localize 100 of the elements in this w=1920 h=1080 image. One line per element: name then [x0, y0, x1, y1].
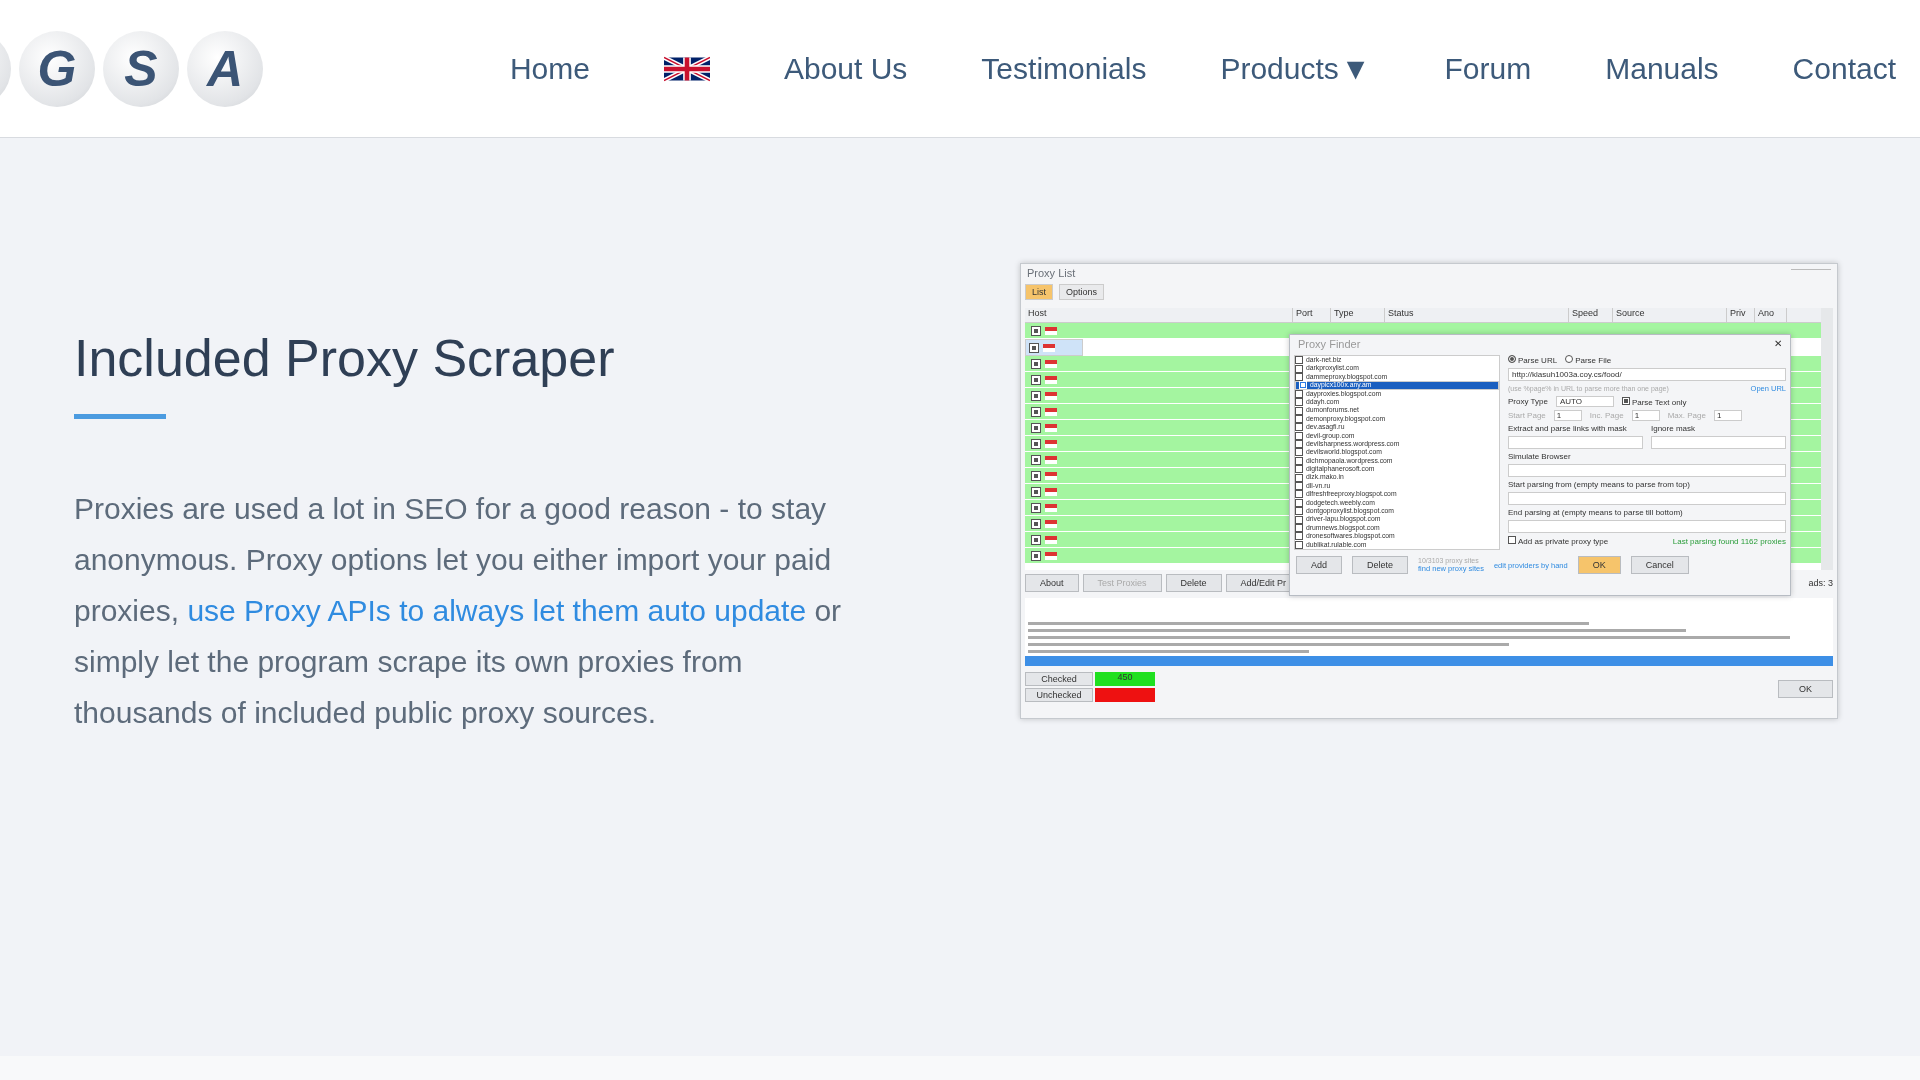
checkbox[interactable] — [1295, 372, 1303, 381]
label: Ignore mask — [1651, 424, 1697, 433]
nav-link[interactable]: Contact — [1792, 51, 1896, 86]
column-header[interactable]: Priv — [1727, 308, 1755, 322]
input-field[interactable] — [1508, 492, 1786, 505]
checkbox[interactable] — [1295, 398, 1303, 407]
checkbox[interactable]: Parse Text only — [1621, 396, 1687, 407]
checkbox[interactable] — [1031, 422, 1041, 433]
checkbox[interactable] — [1295, 440, 1303, 449]
column-header[interactable]: Status — [1385, 308, 1569, 322]
input-field[interactable] — [1508, 464, 1786, 477]
button[interactable]: About — [1025, 574, 1079, 592]
number-field[interactable]: 1 — [1631, 410, 1660, 421]
checkbox[interactable] — [1295, 524, 1303, 532]
column-header[interactable]: Host — [1025, 308, 1293, 322]
add-button[interactable]: Add — [1296, 556, 1342, 574]
checkbox[interactable] — [1295, 406, 1303, 415]
flag-icon — [1045, 391, 1057, 400]
radio-button[interactable]: Parse URL — [1508, 355, 1558, 365]
ok-button[interactable]: OK — [1577, 556, 1621, 574]
scrollbar[interactable] — [1821, 308, 1833, 570]
checkbox[interactable] — [1029, 342, 1039, 353]
checkbox[interactable]: Add as private proxy type — [1508, 536, 1609, 546]
nav-dropdown[interactable]: Products▼ — [1220, 51, 1371, 86]
radio-button[interactable]: Parse File — [1565, 355, 1612, 365]
label: Start parsing from (empty means to parse from top) — [1508, 480, 1691, 489]
flag-icon — [1045, 359, 1057, 368]
nav-link[interactable]: Testimonials — [981, 51, 1147, 86]
label: Inc. Page — [1589, 411, 1624, 420]
cancel-button[interactable]: Cancel — [1630, 556, 1689, 574]
input-field[interactable] — [1508, 520, 1786, 533]
checkbox[interactable] — [1031, 358, 1041, 369]
checkbox[interactable] — [1295, 423, 1303, 432]
label: Start Page — [1508, 411, 1546, 420]
checkbox[interactable] — [1031, 406, 1041, 417]
checkbox[interactable] — [1295, 540, 1303, 549]
checkbox[interactable] — [1031, 454, 1041, 465]
checkbox[interactable] — [1031, 486, 1041, 497]
column-header[interactable]: Source — [1613, 308, 1727, 322]
checkbox[interactable] — [1295, 473, 1303, 482]
ok-button[interactable]: OK — [1778, 680, 1833, 698]
nav-link[interactable]: About Us — [783, 51, 908, 86]
checkbox[interactable] — [1295, 414, 1303, 423]
checkbox[interactable] — [1295, 482, 1303, 491]
checkbox[interactable] — [1295, 465, 1303, 474]
button[interactable]: Delete — [1165, 574, 1222, 592]
tab[interactable]: List — [1025, 284, 1053, 300]
label: End parsing at (empty means to parse till bottom) — [1508, 508, 1684, 517]
column-header[interactable]: Port — [1293, 308, 1331, 322]
checked-count: 450 — [1095, 672, 1155, 686]
checkbox[interactable] — [1031, 470, 1041, 481]
label: Max. Page — [1667, 411, 1706, 420]
flag-icon — [1045, 487, 1057, 496]
logo-letter: A — [187, 30, 263, 107]
checkbox[interactable] — [1295, 490, 1303, 499]
threads-label: ads: 3 — [1808, 578, 1833, 588]
unchecked-bar — [1095, 688, 1155, 702]
checkbox[interactable] — [1031, 518, 1041, 529]
number-field[interactable]: 1 — [1713, 410, 1742, 421]
dialog-title: Proxy Finder — [1298, 338, 1361, 352]
checkbox[interactable] — [1295, 498, 1303, 507]
flag-icon — [1045, 551, 1057, 560]
checkbox[interactable] — [1295, 507, 1303, 516]
nav-link[interactable]: Forum — [1444, 51, 1532, 86]
unchecked-button[interactable]: Unchecked — [1025, 688, 1093, 702]
column-header[interactable]: Ano — [1755, 308, 1787, 322]
checkbox[interactable] — [1295, 532, 1303, 541]
checkbox[interactable] — [1031, 438, 1041, 449]
column-header[interactable]: Type — [1331, 308, 1385, 322]
tab[interactable]: Options — [1059, 284, 1105, 300]
checkbox[interactable] — [1031, 550, 1041, 561]
flag-icon[interactable] — [663, 55, 710, 82]
checkbox[interactable] — [1031, 325, 1041, 336]
column-header[interactable]: Speed — [1569, 308, 1613, 322]
proxy-type-dropdown[interactable]: AUTO — [1555, 396, 1614, 407]
close-icon[interactable]: ✕ — [1774, 338, 1782, 352]
checkbox[interactable] — [1031, 534, 1041, 545]
number-field[interactable]: 1 — [1553, 410, 1582, 421]
flag-icon — [1045, 519, 1057, 528]
url-field[interactable]: http://klasuh1003a.coy.cs/food/ — [1508, 368, 1786, 381]
mask-field[interactable] — [1508, 436, 1643, 449]
flag-icon — [1045, 471, 1057, 480]
checkbox[interactable] — [1295, 515, 1303, 524]
checkbox[interactable] — [1295, 389, 1303, 398]
checkbox[interactable] — [1031, 502, 1041, 513]
checkbox[interactable] — [1295, 364, 1303, 373]
delete-button[interactable]: Delete — [1352, 556, 1409, 574]
checkbox[interactable] — [1295, 448, 1303, 457]
checkbox[interactable] — [1295, 356, 1303, 365]
checked-button[interactable]: Checked — [1025, 672, 1093, 686]
label: Simulate Browser — [1508, 452, 1572, 461]
ignore-field[interactable] — [1651, 436, 1786, 449]
paragraph: Proxies are used a lot in SEO for a good reason - to stay anonymous. Proxy options let you either import your paid proxies, use Proxy APIs to always let them auto update or simply let the program scrape its own proxies from thousands of included public proxy sources. — [74, 491, 843, 731]
nav-link[interactable]: Home — [509, 51, 590, 86]
checkbox[interactable] — [1031, 374, 1041, 385]
checkbox[interactable] — [1295, 456, 1303, 465]
flag-icon — [1043, 343, 1055, 352]
nav-link[interactable]: Manuals — [1605, 51, 1719, 86]
checkbox[interactable] — [1295, 431, 1303, 440]
checkbox[interactable] — [1031, 390, 1041, 401]
